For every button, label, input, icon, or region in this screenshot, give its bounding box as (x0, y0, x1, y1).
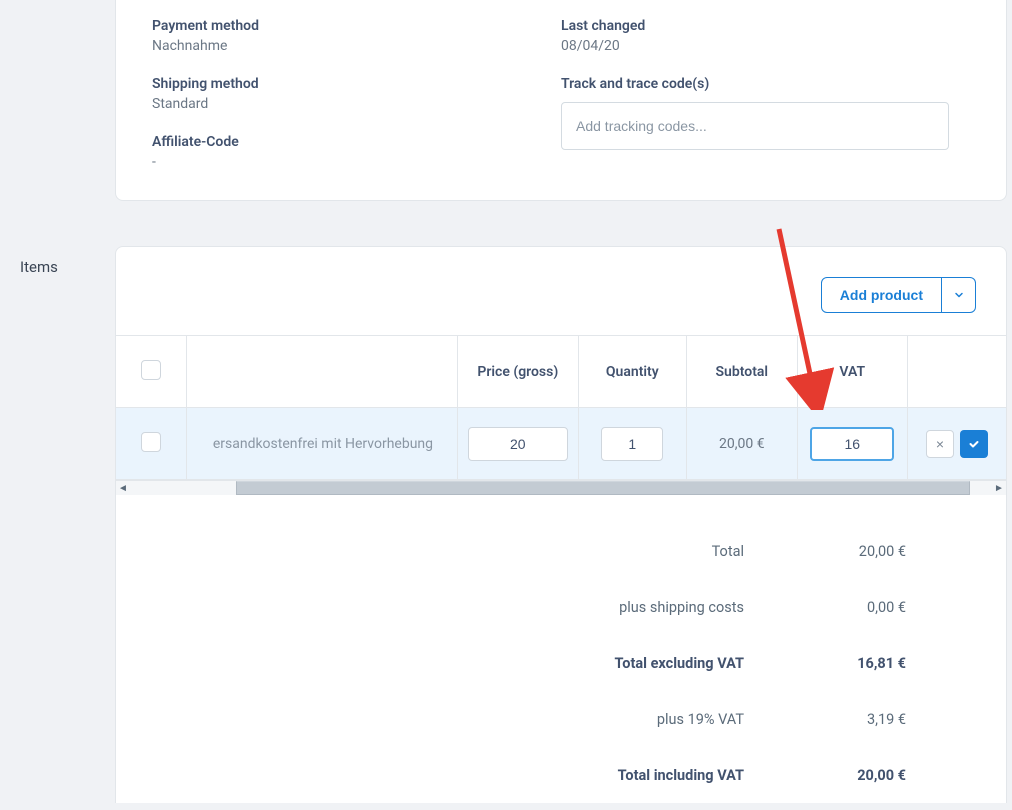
last-changed-value: 08/04/20 (561, 38, 970, 54)
row-price-input[interactable] (468, 427, 568, 461)
add-product-dropdown-button[interactable] (942, 277, 976, 313)
payment-method-value: Nachnahme (152, 38, 561, 54)
affiliate-code-value: - (152, 154, 561, 170)
affiliate-code-label: Affiliate-Code (152, 134, 561, 150)
scroll-left-arrow[interactable]: ◄ (116, 481, 130, 495)
column-quantity: Quantity (578, 336, 686, 408)
shipping-method-value: Standard (152, 96, 561, 112)
shipping-row: plus shipping costs 0,00 € (116, 579, 1006, 635)
payment-method-field: Payment method Nachnahme (152, 18, 561, 54)
add-product-button-group: Add product (821, 277, 976, 313)
column-price: Price (gross) (458, 336, 579, 408)
table-row: ersandkostenfrei mit Hervorhebung 20,00 … (116, 408, 1006, 480)
chevron-down-icon (953, 289, 965, 301)
excl-vat-value: 16,81 € (816, 655, 906, 672)
column-subtotal: Subtotal (687, 336, 797, 408)
track-trace-field: Track and trace code(s) (561, 76, 970, 150)
incl-vat-row: Total including VAT 20,00 € (116, 747, 1006, 803)
check-icon (968, 438, 980, 450)
row-product-name: ersandkostenfrei mit Hervorhebung (187, 436, 457, 452)
excl-vat-row: Total excluding VAT 16,81 € (116, 635, 1006, 691)
scroll-thumb[interactable] (236, 481, 970, 495)
row-vat-input[interactable] (810, 427, 894, 461)
add-product-button[interactable]: Add product (821, 277, 942, 313)
scroll-track[interactable] (130, 481, 992, 495)
shipping-method-label: Shipping method (152, 76, 561, 92)
order-details-card: Payment method Nachnahme Shipping method… (115, 0, 1007, 201)
scroll-right-arrow[interactable]: ► (992, 481, 1006, 495)
items-section-label: Items (20, 246, 115, 276)
column-checkbox (116, 336, 186, 408)
horizontal-scrollbar[interactable]: ◄ ► (116, 480, 1006, 495)
track-trace-label: Track and trace code(s) (561, 76, 970, 92)
row-quantity-input[interactable] (601, 427, 663, 461)
payment-method-label: Payment method (152, 18, 561, 34)
excl-vat-label: Total excluding VAT (116, 655, 816, 672)
row-cancel-button[interactable]: × (926, 430, 954, 458)
total-row: Total 20,00 € (116, 523, 1006, 579)
select-all-checkbox[interactable] (141, 360, 161, 380)
column-name (186, 336, 457, 408)
vat-line-value: 3,19 € (816, 711, 906, 728)
items-table-header-row: Price (gross) Quantity Subtotal VAT (116, 336, 1006, 408)
items-card: Add product Price (gross) Quantity (115, 246, 1007, 803)
row-subtotal: 20,00 € (719, 436, 765, 452)
incl-vat-label: Total including VAT (116, 767, 816, 784)
affiliate-code-field: Affiliate-Code - (152, 134, 561, 170)
close-icon: × (936, 436, 944, 452)
total-value: 20,00 € (816, 543, 906, 560)
row-checkbox[interactable] (141, 432, 161, 452)
shipping-method-field: Shipping method Standard (152, 76, 561, 112)
shipping-label: plus shipping costs (116, 599, 816, 616)
items-table-wrap: Price (gross) Quantity Subtotal VAT ersa… (116, 335, 1006, 495)
shipping-value: 0,00 € (816, 599, 906, 616)
totals-section: Total 20,00 € plus shipping costs 0,00 €… (116, 523, 1006, 803)
last-changed-field: Last changed 08/04/20 (561, 18, 970, 54)
vat-line-row: plus 19% VAT 3,19 € (116, 691, 1006, 747)
row-confirm-button[interactable] (960, 430, 988, 458)
column-actions (908, 336, 1006, 408)
incl-vat-value: 20,00 € (816, 767, 906, 784)
total-label: Total (116, 543, 816, 560)
items-table: Price (gross) Quantity Subtotal VAT ersa… (116, 335, 1006, 480)
track-trace-input[interactable] (561, 102, 949, 150)
last-changed-label: Last changed (561, 18, 970, 34)
column-vat: VAT (797, 336, 907, 408)
vat-line-label: plus 19% VAT (116, 711, 816, 728)
